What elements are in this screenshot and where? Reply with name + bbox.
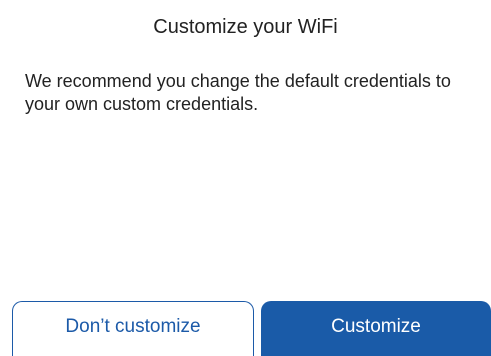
dialog-message: We recommend you change the default cred… xyxy=(25,71,451,114)
dialog-title: Customize your WiFi xyxy=(153,16,338,38)
dont-customize-button[interactable]: Don’t customize xyxy=(12,301,254,356)
customize-button[interactable]: Customize xyxy=(261,301,491,356)
